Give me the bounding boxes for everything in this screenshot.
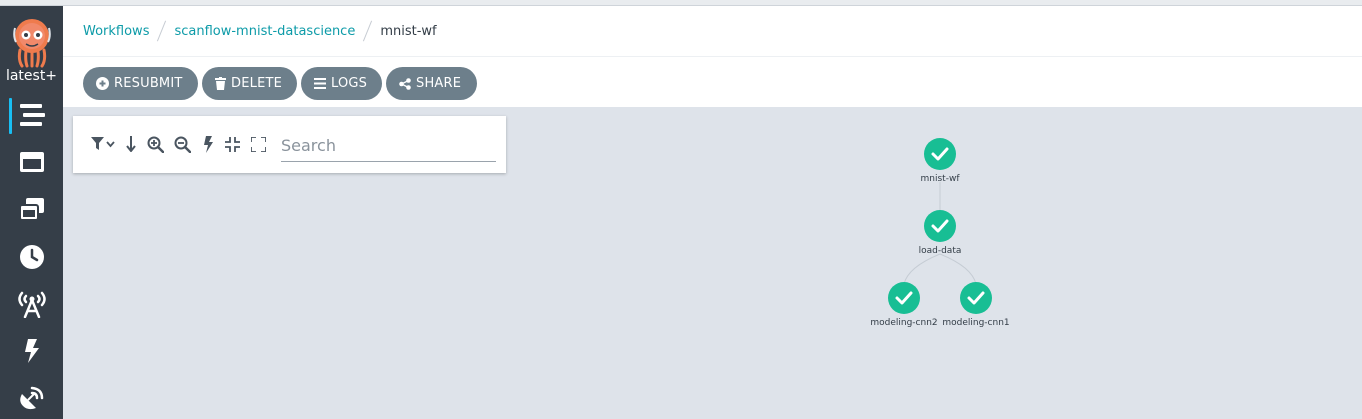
app-version: latest+ xyxy=(5,68,58,84)
plus-circle-icon xyxy=(96,77,109,90)
breadcrumb-namespace-link[interactable]: scanflow-mnist-datascience xyxy=(174,24,355,39)
dag-node[interactable]: mnist-wf xyxy=(921,138,961,184)
clock-icon xyxy=(19,245,44,269)
breadcrumb-current: mnist-wf xyxy=(380,23,437,39)
zoom-in-button[interactable] xyxy=(145,134,165,154)
node-label: mnist-wf xyxy=(921,174,961,184)
dag-node[interactable]: load-data xyxy=(919,210,962,256)
compress-icon xyxy=(224,136,240,152)
resubmit-label: RESUBMIT xyxy=(114,76,183,91)
graph-toolbar xyxy=(73,116,506,173)
sidebar-item-cron-workflows[interactable] xyxy=(0,235,63,279)
sidebar-item-workflows[interactable] xyxy=(0,93,63,137)
breadcrumb-separator xyxy=(363,20,373,42)
breadcrumb: Workflows scanflow-mnist-datascience mni… xyxy=(83,20,437,42)
sidebar-item-event-sources[interactable] xyxy=(0,282,63,326)
logs-label: LOGS xyxy=(331,76,368,91)
bolt-icon xyxy=(24,339,39,363)
breadcrumb-workflows-link[interactable]: Workflows xyxy=(83,24,149,39)
dag-edge xyxy=(939,253,977,285)
sidebar-item-event-flow[interactable] xyxy=(0,376,63,419)
share-button[interactable]: SHARE xyxy=(386,67,477,100)
sidebar-item-sensors[interactable] xyxy=(0,329,63,373)
expand-button[interactable] xyxy=(248,134,268,154)
breadcrumb-separator xyxy=(157,20,167,42)
satellite-dish-icon xyxy=(19,386,43,410)
node-label: modeling-cnn2 xyxy=(870,318,937,328)
header-divider xyxy=(63,56,1362,57)
window-maximize-icon xyxy=(19,152,44,172)
main-content: Workflows scanflow-mnist-datascience mni… xyxy=(63,6,1362,419)
graph-search-input[interactable] xyxy=(281,130,496,162)
dag-node[interactable]: modeling-cnn2 xyxy=(870,282,938,328)
resubmit-button[interactable]: RESUBMIT xyxy=(83,67,198,100)
node-label: modeling-cnn1 xyxy=(942,318,1009,328)
window-restore-icon xyxy=(18,198,44,221)
share-alt-icon xyxy=(399,77,411,90)
bolt-icon xyxy=(203,135,213,153)
filter-button[interactable] xyxy=(91,134,117,154)
delete-label: DELETE xyxy=(231,76,283,91)
sidebar-item-workflow-templates[interactable] xyxy=(0,140,63,184)
fast-render-button[interactable] xyxy=(198,134,218,154)
argo-logo[interactable] xyxy=(12,18,52,68)
workflow-graph-canvas[interactable]: mnist-wf load-data modeling-cnn2 modelin… xyxy=(63,107,1362,419)
filter-icon xyxy=(91,137,115,150)
dag-edge xyxy=(903,253,941,285)
stream-icon xyxy=(19,104,45,126)
arrow-down-icon xyxy=(126,136,136,152)
sidebar-item-cluster-workflow-templates[interactable] xyxy=(0,187,63,231)
trash-icon xyxy=(215,77,226,90)
zoom-out-button[interactable] xyxy=(172,134,192,154)
expand-icon xyxy=(250,136,266,152)
broadcast-tower-icon xyxy=(17,291,46,318)
action-bar: RESUBMIT DELETE LOGS SHARE xyxy=(83,67,477,100)
page-header: Workflows scanflow-mnist-datascience mni… xyxy=(63,6,1362,107)
zoom-in-icon xyxy=(147,136,164,153)
zoom-out-icon xyxy=(174,136,191,153)
sidebar: latest+ xyxy=(0,6,63,419)
logs-button[interactable]: LOGS xyxy=(301,67,382,100)
delete-button[interactable]: DELETE xyxy=(202,67,297,100)
share-label: SHARE xyxy=(416,76,462,91)
dag-node[interactable]: modeling-cnn1 xyxy=(942,282,1010,328)
node-label: load-data xyxy=(919,246,962,256)
collapse-button[interactable] xyxy=(222,134,242,154)
layout-direction-button[interactable] xyxy=(121,134,141,154)
bars-icon xyxy=(314,78,326,89)
